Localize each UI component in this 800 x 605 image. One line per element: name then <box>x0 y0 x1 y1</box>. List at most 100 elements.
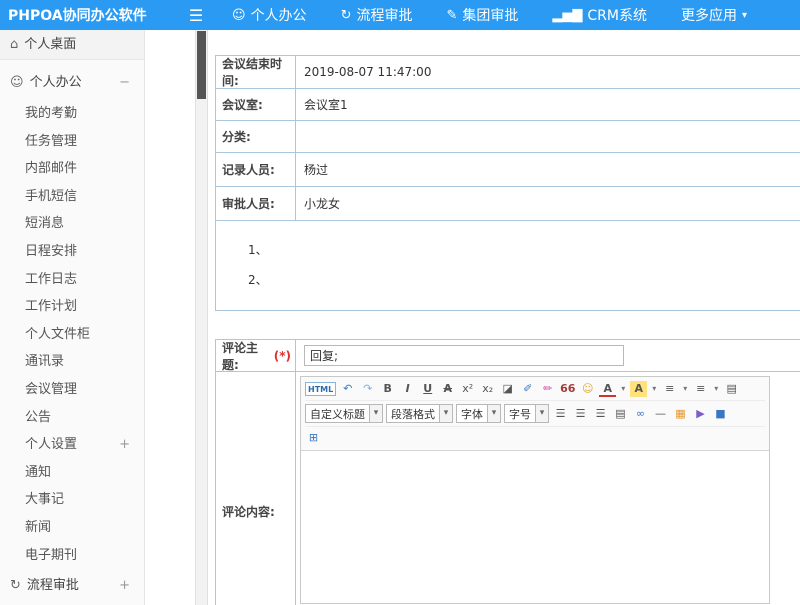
redo-icon[interactable]: ↷ <box>359 381 376 397</box>
comment-subject-input[interactable] <box>304 345 624 366</box>
custom-title-dropdown[interactable]: 自定义标题 ▾ <box>305 404 383 423</box>
insert-table-icon[interactable]: ⊞ <box>305 430 322 446</box>
sidebar-item-label: 会议管理 <box>25 376 77 404</box>
sidebar-item-attendance[interactable]: 我的考勤 <box>0 100 144 128</box>
sidebar-item-internal-mail[interactable]: 内部邮件 <box>0 155 144 183</box>
required-mark: (*) <box>274 349 291 363</box>
superscript-icon[interactable]: x² <box>459 381 476 397</box>
highlighter-icon[interactable]: ✏ <box>539 381 556 397</box>
sidebar-submenu: 我的考勤 任务管理 内部邮件 手机短信 短消息 日程安排 工作日志 工作计划 <box>0 100 144 569</box>
top-bar: PHPOA协同办公软件 ☰ ☺ 个人办公 ↻ 流程审批 ✎ 集团审批 ▂▅▇ C… <box>0 0 800 30</box>
unordered-list-icon[interactable]: ≡ <box>692 381 709 397</box>
expand-icon[interactable]: + <box>119 569 130 603</box>
sidebar-item-e-journal[interactable]: 电子期刊 <box>0 542 144 570</box>
horizontal-rule-icon[interactable]: — <box>652 406 669 422</box>
paragraph-format-dropdown[interactable]: 段落格式 ▾ <box>386 404 453 423</box>
chevron-down-icon[interactable]: ▾ <box>650 381 658 397</box>
sidebar-item-tasks[interactable]: 任务管理 <box>0 128 144 156</box>
sidebar-item-mobile-sms[interactable]: 手机短信 <box>0 183 144 211</box>
video-icon[interactable]: ▶ <box>692 406 709 422</box>
sidebar-item-memorabilia[interactable]: 大事记 <box>0 486 144 514</box>
collapse-icon[interactable]: − <box>119 66 130 100</box>
dropdown-label: 自定义标题 <box>306 406 369 422</box>
font-color-icon[interactable]: A <box>599 382 616 397</box>
table-row: 记录人员: 杨过 <box>216 153 800 187</box>
comment-subject-label: 评论主题: (*) <box>216 340 296 371</box>
field-label: 分类: <box>216 121 296 152</box>
sidebar-item-work-log[interactable]: 工作日志 <box>0 266 144 294</box>
comment-content-label: 评论内容: <box>216 372 296 605</box>
comment-form-table: 评论主题: (*) 评论内容: HTML ↶ <box>215 339 800 605</box>
font-size-dropdown[interactable]: 字号 ▾ <box>504 404 549 423</box>
chevron-down-icon: ▾ <box>742 10 747 21</box>
desktop-icon: ⌂ <box>10 30 18 60</box>
italic-icon[interactable]: I <box>399 381 416 397</box>
underline-icon[interactable]: U <box>419 381 436 397</box>
person-icon: ☺ <box>232 8 246 23</box>
sidebar-item-personal-settings[interactable]: 个人设置 + <box>0 431 144 459</box>
editor-content-area[interactable] <box>301 451 769 603</box>
chevron-down-icon[interactable]: ▾ <box>619 381 627 397</box>
dropdown-label: 字号 <box>505 406 535 422</box>
nav-crm[interactable]: ▂▅▇ CRM系统 <box>552 5 647 25</box>
scrollbar-thumb[interactable] <box>197 31 206 99</box>
sidebar-item-short-message[interactable]: 短消息 <box>0 210 144 238</box>
chevron-down-icon: ▾ <box>535 405 548 422</box>
chevron-down-icon[interactable]: ▾ <box>681 381 689 397</box>
background-color-icon[interactable]: A <box>630 381 647 397</box>
font-family-dropdown[interactable]: 字体 ▾ <box>456 404 501 423</box>
sidebar-item-label: 通讯录 <box>25 348 64 376</box>
table-row: 会议结束时间: 2019-08-07 11:47:00 <box>216 56 800 89</box>
ordered-list-icon[interactable]: ≡ <box>661 381 678 397</box>
paste-icon[interactable]: ▤ <box>723 381 740 397</box>
sidebar-item-announcement[interactable]: 公告 <box>0 404 144 432</box>
field-label: 会议室: <box>216 89 296 120</box>
format-painter-icon[interactable]: ✐ <box>519 381 536 397</box>
expand-icon[interactable]: + <box>119 431 130 459</box>
nav-group-approval[interactable]: ✎ 集团审批 <box>446 5 518 25</box>
nav-label: 流程审批 <box>356 5 412 25</box>
image-icon[interactable]: ▦ <box>672 406 689 422</box>
field-label: 评论主题: <box>222 339 272 373</box>
sidebar-group-workflow-approval[interactable]: ↻ 流程审批 + <box>0 569 144 603</box>
content-line: 2、 <box>248 265 800 295</box>
nav-workflow-approval[interactable]: ↻ 流程审批 <box>341 5 413 25</box>
sidebar-item-label: 内部邮件 <box>25 155 77 183</box>
toolbar-row-3: ⊞ <box>305 426 765 449</box>
vertical-scrollbar[interactable] <box>195 30 208 605</box>
sidebar-item-label: 任务管理 <box>25 128 77 156</box>
nav-more-apps[interactable]: 更多应用 ▾ <box>681 5 747 25</box>
sidebar-item-file-cabinet[interactable]: 个人文件柜 <box>0 321 144 349</box>
sidebar-group-label: 流程审批 <box>27 569 79 603</box>
nav-label: 个人办公 <box>251 5 307 25</box>
sidebar-item-desktop[interactable]: ⌂ 个人桌面 <box>0 30 144 60</box>
align-center-icon[interactable]: ☰ <box>572 406 589 422</box>
bold-icon[interactable]: B <box>379 381 396 397</box>
sidebar-item-meeting-management[interactable]: 会议管理 <box>0 376 144 404</box>
html-source-button[interactable]: HTML <box>305 382 336 396</box>
subscript-icon[interactable]: x₂ <box>479 381 496 397</box>
sidebar-item-contacts[interactable]: 通讯录 <box>0 348 144 376</box>
strikethrough-icon[interactable]: A <box>439 381 456 397</box>
nav-personal-office[interactable]: ☺ 个人办公 <box>232 5 307 25</box>
undo-icon[interactable]: ↶ <box>339 381 356 397</box>
sidebar-item-schedule[interactable]: 日程安排 <box>0 238 144 266</box>
emotion-icon[interactable]: ☺ <box>579 381 596 397</box>
menu-toggle-icon[interactable]: ☰ <box>186 6 206 25</box>
sidebar-item-work-plan[interactable]: 工作计划 <box>0 293 144 321</box>
sidebar-item-label: 手机短信 <box>25 183 77 211</box>
align-right-icon[interactable]: ☰ <box>592 406 609 422</box>
toolbar-row-2: 自定义标题 ▾ 段落格式 ▾ 字体 ▾ <box>305 400 765 426</box>
sidebar-item-notice[interactable]: 通知 <box>0 459 144 487</box>
align-left-icon[interactable]: ☰ <box>552 406 569 422</box>
sidebar-item-label: 公告 <box>25 404 51 432</box>
map-icon[interactable]: ■ <box>712 406 729 422</box>
link-icon[interactable]: ∞ <box>632 406 649 422</box>
blockquote-icon[interactable]: 66 <box>559 381 576 397</box>
sidebar-item-label: 新闻 <box>25 514 51 542</box>
sidebar-item-news[interactable]: 新闻 <box>0 514 144 542</box>
sidebar-group-personal-office[interactable]: ☺ 个人办公 − <box>0 66 144 100</box>
chevron-down-icon[interactable]: ▾ <box>712 381 720 397</box>
eraser-icon[interactable]: ◪ <box>499 381 516 397</box>
align-justify-icon[interactable]: ▤ <box>612 406 629 422</box>
